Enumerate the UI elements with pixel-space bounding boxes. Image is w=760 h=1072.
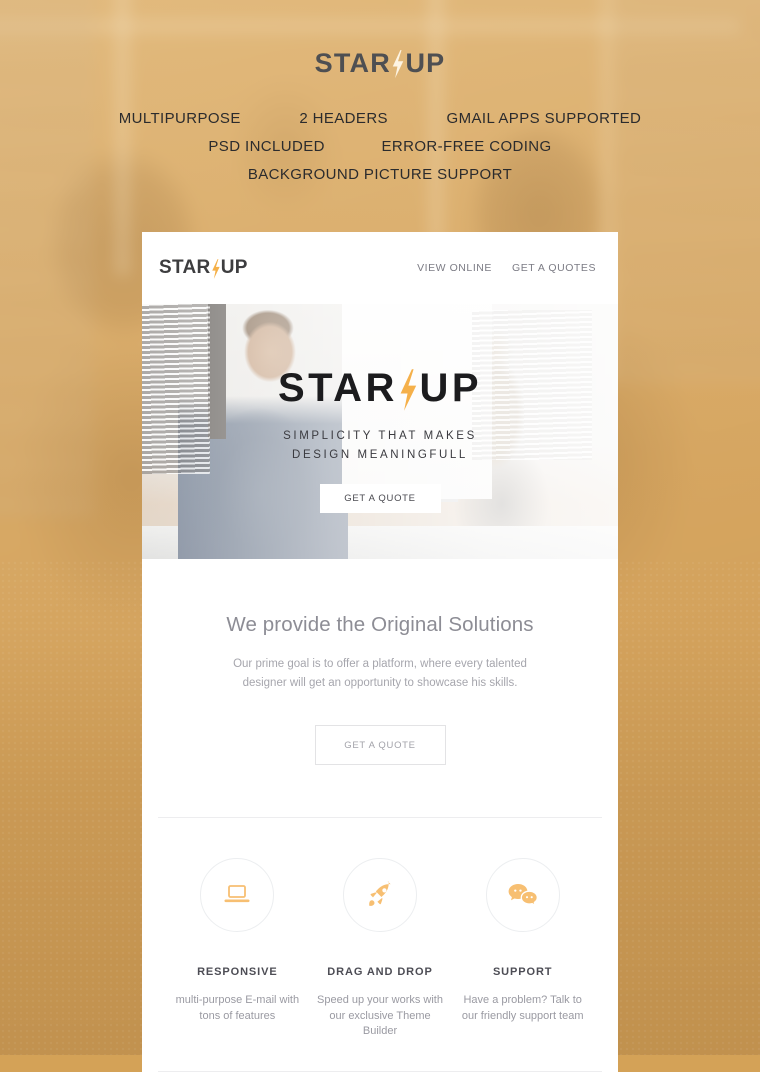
promo-logo-suffix: UP	[405, 47, 446, 78]
promo-logo-prefix: STAR	[314, 47, 391, 78]
promo-logo: STAR UP	[314, 47, 446, 79]
hero-tagline-line-2: DESIGN MEANINGFULL	[292, 449, 468, 462]
feature-responsive: RESPONSIVE multi-purpose E-mail with ton…	[166, 858, 309, 1040]
hero-tagline-line-1: SIMPLICITY THAT MAKES	[283, 430, 477, 443]
feature-support: SUPPORT Have a problem? Talk to our frie…	[451, 858, 594, 1040]
feature-icon-circle	[200, 858, 275, 933]
features-section: RESPONSIVE multi-purpose E-mail with ton…	[142, 818, 618, 1040]
lightning-bolt-icon	[398, 369, 419, 411]
email-template-card: STAR UP VIEW ONLINE GET A QUOTES STAR UP…	[142, 232, 618, 1072]
promo-feature-item: BACKGROUND PICTURE SUPPORT	[247, 166, 513, 184]
promo-feature-row-1: MULTIPURPOSE 2 HEADERS GMAIL APPS SUPPOR…	[0, 105, 760, 133]
promo-feature-row-3: BACKGROUND PICTURE SUPPORT	[0, 161, 760, 189]
email-logo-suffix: UP	[220, 257, 248, 279]
lightning-bolt-icon	[391, 50, 405, 79]
hero-logo-prefix: STAR	[277, 366, 398, 411]
email-header: STAR UP VIEW ONLINE GET A QUOTES	[142, 232, 618, 304]
feature-title: SUPPORT	[492, 966, 553, 979]
feature-icon-circle	[485, 858, 560, 933]
nav-link-view-online[interactable]: VIEW ONLINE	[417, 262, 492, 274]
feature-title: DRAG AND DROP	[327, 966, 433, 979]
intro-get-a-quote-button[interactable]: GET A QUOTE	[314, 725, 446, 766]
promo-feature-item: PSD INCLUDED	[208, 138, 325, 156]
intro-section: We provide the Original Solutions Our pr…	[142, 559, 618, 766]
email-logo-prefix: STAR	[159, 257, 211, 279]
feature-title: RESPONSIVE	[197, 966, 278, 979]
feature-text: Speed up your works with our exclusive T…	[317, 994, 443, 1038]
feature-text: multi-purpose E-mail with tons of featur…	[175, 994, 300, 1022]
promo-banner: STAR UP MULTIPURPOSE 2 HEADERS GMAIL APP…	[0, 0, 760, 189]
email-header-nav: VIEW ONLINE GET A QUOTES	[417, 262, 602, 274]
rocket-icon	[369, 881, 391, 907]
feature-icon-circle	[343, 858, 417, 933]
promo-feature-item: MULTIPURPOSE	[118, 110, 241, 128]
hero-logo-suffix: UP	[419, 366, 483, 411]
hero-content: STAR UP SIMPLICITY THAT MAKES DESIGN MEA…	[142, 304, 618, 559]
laptop-icon	[224, 885, 250, 903]
chat-bubbles-icon	[508, 884, 538, 907]
promo-feature-item: ERROR-FREE CODING	[381, 138, 552, 156]
lightning-bolt-icon	[211, 259, 221, 279]
intro-heading: We provide the Original Solutions	[226, 613, 534, 637]
promo-feature-list: MULTIPURPOSE 2 HEADERS GMAIL APPS SUPPOR…	[0, 105, 760, 189]
feature-text: Have a problem? Talk to our friendly sup…	[461, 994, 584, 1022]
intro-body-text: Our prime goal is to offer a platform, w…	[233, 658, 527, 690]
promo-feature-item: 2 HEADERS	[299, 110, 388, 128]
promo-feature-row-2: PSD INCLUDED ERROR-FREE CODING	[0, 133, 760, 161]
hero-get-a-quote-button[interactable]: GET A QUOTE	[319, 484, 441, 514]
feature-drag-and-drop: DRAG AND DROP Speed up your works with o…	[309, 858, 452, 1040]
promo-feature-item: GMAIL APPS SUPPORTED	[446, 110, 642, 128]
nav-link-get-a-quotes[interactable]: GET A QUOTES	[512, 262, 596, 274]
hero-tagline: SIMPLICITY THAT MAKES DESIGN MEANINGFULL	[283, 427, 477, 465]
hero-banner: STAR UP SIMPLICITY THAT MAKES DESIGN MEA…	[142, 304, 618, 560]
hero-logo: STAR UP	[277, 366, 483, 411]
email-logo[interactable]: STAR UP	[158, 257, 248, 279]
